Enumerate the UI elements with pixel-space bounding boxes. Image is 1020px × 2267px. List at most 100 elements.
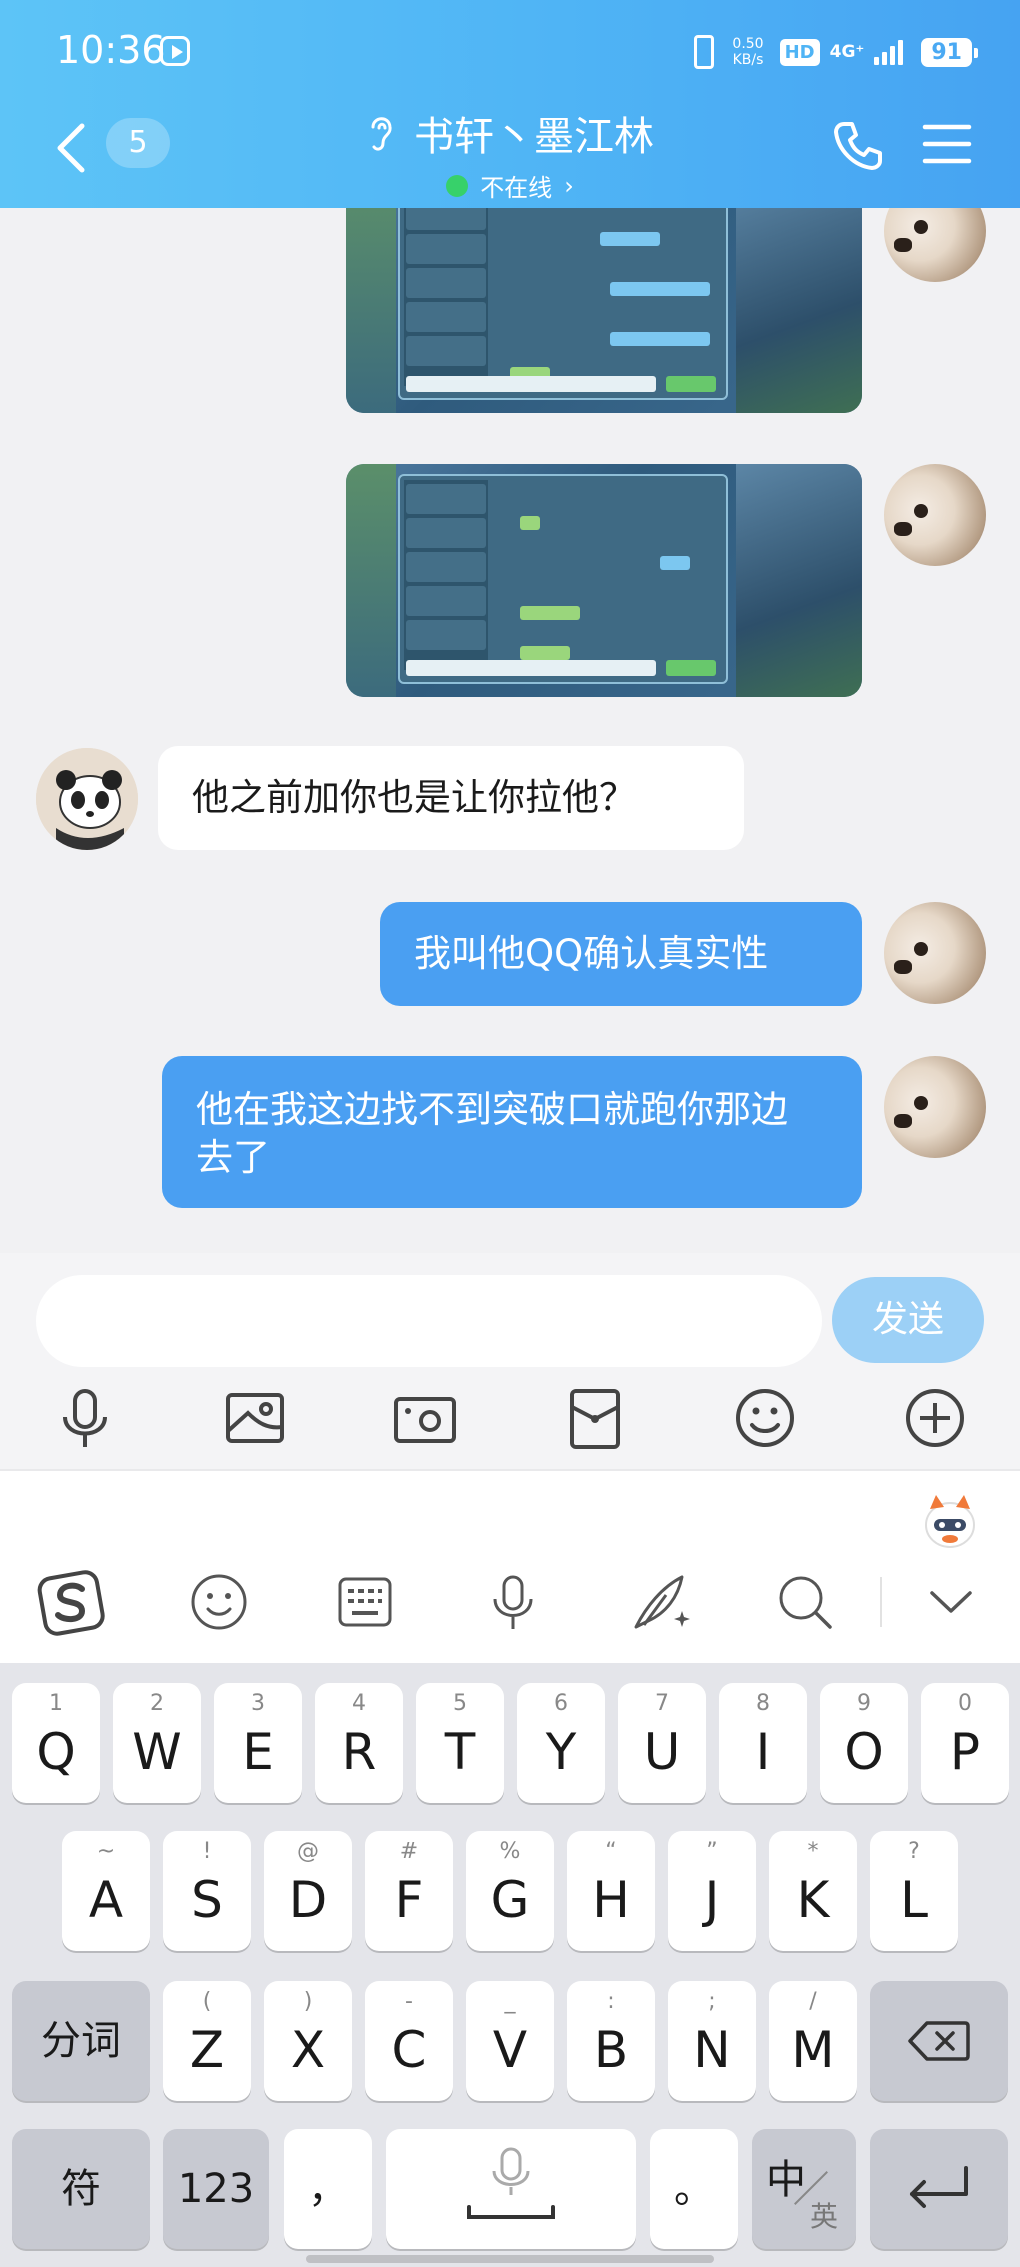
key-z[interactable]: (Z xyxy=(163,1981,251,2101)
key-s[interactable]: ! S xyxy=(163,1831,251,1951)
panda-icon xyxy=(36,748,138,850)
emoji-icon[interactable] xyxy=(730,1383,800,1453)
hd-badge: HD xyxy=(779,38,820,66)
image-message[interactable] xyxy=(346,464,862,697)
menu-icon[interactable] xyxy=(922,122,972,166)
home-indicator[interactable] xyxy=(306,2255,714,2263)
incoming-message-bubble[interactable]: 他之前加你也是让你拉他？ xyxy=(158,746,744,850)
enter-key[interactable] xyxy=(870,2129,1008,2249)
contact-avatar[interactable] xyxy=(36,748,138,850)
ime-toolbar xyxy=(0,1557,1020,1647)
vibrate-icon xyxy=(694,35,715,69)
key-t[interactable]: 5T xyxy=(416,1683,504,1803)
presence-status[interactable]: 不在线 › xyxy=(446,168,574,203)
search-icon[interactable] xyxy=(770,1567,840,1637)
key-l[interactable]: ? L xyxy=(870,1831,958,1951)
key-n[interactable]: ; N xyxy=(668,1981,756,2101)
key-u[interactable]: 7U xyxy=(618,1683,706,1803)
key-o[interactable]: 9O xyxy=(820,1683,908,1803)
status-bar: 10:36 0.50 KB/s HD 4G⁺ 91 xyxy=(0,0,1020,100)
key-r[interactable]: 4R xyxy=(315,1683,403,1803)
language-switch-key[interactable]: 中 英 xyxy=(752,2129,856,2249)
sogou-logo-icon[interactable] xyxy=(36,1567,106,1637)
key-x[interactable]: ) X xyxy=(264,1981,352,2101)
number-key[interactable]: 123 xyxy=(163,2129,269,2249)
lang-secondary: 英 xyxy=(810,2200,839,2233)
message-text: 我叫他QQ确认真实性 xyxy=(414,932,769,975)
contact-name-text: 书轩丶墨江林 xyxy=(414,114,654,160)
ear-icon xyxy=(371,117,392,151)
enter-icon xyxy=(910,2166,968,2208)
ime-mascot-icon[interactable] xyxy=(922,1491,978,1551)
outgoing-message-bubble[interactable]: 他在我这边找不到突破口就跑你那边去了 xyxy=(162,1056,862,1208)
message-text: 他之前加你也是让你拉他？ xyxy=(192,776,636,819)
handwriting-icon[interactable] xyxy=(626,1567,696,1637)
key-h[interactable]: “H xyxy=(567,1831,655,1951)
presence-chevron-icon: › xyxy=(564,171,574,200)
message-input[interactable] xyxy=(36,1275,822,1367)
ime-divider xyxy=(880,1577,882,1627)
key-f[interactable]: # F xyxy=(365,1831,453,1951)
contact-name[interactable]: 书轩丶墨江林 xyxy=(366,104,654,162)
keyboard-icon[interactable] xyxy=(330,1567,400,1637)
voice-icon[interactable] xyxy=(478,1567,548,1637)
status-dot-icon xyxy=(446,174,469,197)
message-text: 他在我这边找不到突破口就跑你那边去了 xyxy=(196,1088,788,1179)
my-avatar[interactable] xyxy=(884,1056,986,1158)
key-w[interactable]: 2W xyxy=(113,1683,201,1803)
presence-text: 不在线 xyxy=(480,174,553,202)
media-play-icon xyxy=(160,36,190,66)
red-packet-icon[interactable] xyxy=(560,1383,630,1453)
backspace-icon xyxy=(908,2021,970,2061)
key-y[interactable]: 6Y xyxy=(517,1683,605,1803)
plus-icon[interactable] xyxy=(900,1383,970,1453)
key-q[interactable]: 1Q xyxy=(12,1683,100,1803)
key-j[interactable]: ” J xyxy=(668,1831,756,1951)
clock: 10:36 xyxy=(56,28,166,72)
backspace-key[interactable] xyxy=(870,1981,1008,2101)
camera-icon[interactable] xyxy=(390,1383,460,1453)
image-message[interactable] xyxy=(346,208,862,413)
key-v[interactable]: _ V xyxy=(466,1981,554,2101)
outgoing-message-bubble[interactable]: 我叫他QQ确认真实性 xyxy=(380,902,862,1006)
send-button[interactable]: 发送 xyxy=(832,1277,984,1363)
phone-call-icon[interactable] xyxy=(830,118,886,174)
network-speed-value: 0.50 xyxy=(732,36,764,52)
composer-toolbar xyxy=(0,1383,1020,1459)
key-b[interactable]: :B xyxy=(567,1981,655,2101)
key-g[interactable]: % G xyxy=(466,1831,554,1951)
space-key[interactable] xyxy=(386,2129,636,2249)
collapse-icon[interactable] xyxy=(916,1567,986,1637)
game-screenshot-image xyxy=(346,464,862,697)
signal-icon xyxy=(874,39,904,65)
my-avatar[interactable] xyxy=(884,464,986,566)
key-d[interactable]: @ D xyxy=(264,1831,352,1951)
key-i[interactable]: 8I xyxy=(719,1683,807,1803)
key-m[interactable]: / M xyxy=(769,1981,857,2101)
my-avatar[interactable] xyxy=(884,208,986,282)
key-k[interactable]: * K xyxy=(769,1831,857,1951)
segment-key[interactable]: 分词 xyxy=(12,1981,150,2101)
emoji-icon[interactable] xyxy=(184,1567,254,1637)
ime-candidate-bar xyxy=(0,1469,1020,1663)
period-key[interactable]: 。 xyxy=(650,2129,738,2249)
network-speed-unit: KB/s xyxy=(732,52,764,68)
network-speed: 0.50 KB/s xyxy=(732,36,763,68)
battery-level: 91 xyxy=(921,37,978,67)
image-icon[interactable] xyxy=(220,1383,290,1453)
my-avatar[interactable] xyxy=(884,902,986,1004)
message-list[interactable]: 他之前加你也是让你拉他？ 我叫他QQ确认真实性 他在我这边找不到突破口就跑你那边… xyxy=(0,208,1020,1253)
key-e[interactable]: 3E xyxy=(214,1683,302,1803)
comma-key[interactable]: ， xyxy=(284,2129,372,2249)
game-screenshot-image xyxy=(346,208,862,413)
symbol-key[interactable]: 符 xyxy=(12,2129,150,2249)
chat-header: 10:36 0.50 KB/s HD 4G⁺ 91 5 书轩丶墨江林 不在线 › xyxy=(0,0,1020,208)
key-c[interactable]: -C xyxy=(365,1981,453,2101)
key-a[interactable]: ~ A xyxy=(62,1831,150,1951)
microphone-icon[interactable] xyxy=(50,1383,120,1453)
keyboard: 1Q 2W 3E 4R 5T 6Y 7U 8I 9O 0P ~ A ! S @ D #… xyxy=(0,1663,1020,2267)
key-p[interactable]: 0P xyxy=(921,1683,1009,1803)
network-type: 4G⁺ xyxy=(829,42,865,62)
space-mic-icon xyxy=(467,2147,555,2219)
composer: 发送 xyxy=(0,1253,1020,1469)
